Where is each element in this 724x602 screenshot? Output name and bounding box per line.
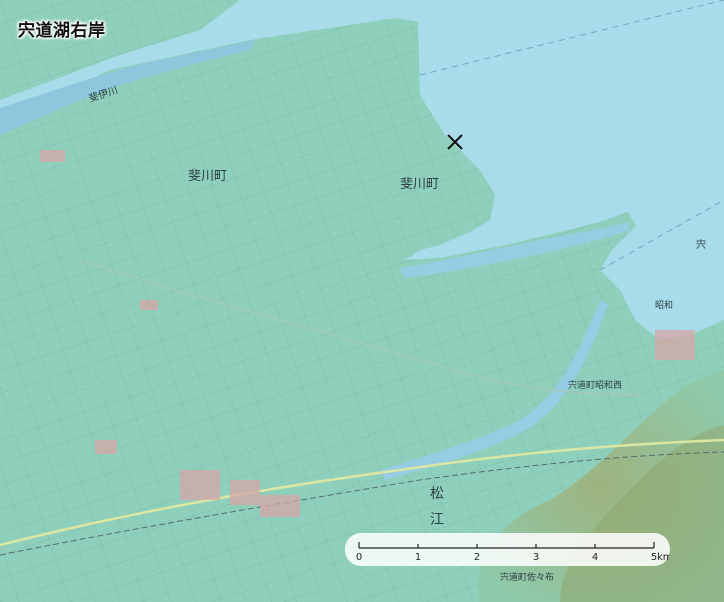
- label-matsue-2: 江: [430, 512, 444, 528]
- label-shinji-town: 宍道町昭和西: [568, 379, 622, 391]
- map-title: 宍道湖右岸: [18, 21, 106, 41]
- label-shinji-town-2: 宍道町佐々布: [500, 571, 554, 583]
- scale-tick-label: 3: [533, 552, 539, 563]
- scale-bar: 0 1 2 3 4 5 km: [345, 533, 670, 566]
- label-showa: 昭和: [655, 300, 673, 311]
- scale-tick-label: 1: [415, 552, 421, 563]
- scale-tick-label: 2: [474, 552, 480, 563]
- label-matsue: 松: [430, 486, 444, 502]
- label-hikawa-east: 斐川町: [400, 177, 439, 192]
- scale-tick-label: 4: [592, 552, 598, 563]
- map-canvas: 斐伊川 斐川町 斐川町 宍 昭和 宍道町昭和西 松 江 宍道町佐々布: [0, 0, 724, 602]
- label-shinji: 宍: [696, 238, 706, 251]
- scale-tick-label: 0: [356, 552, 362, 563]
- scale-unit-label: km: [657, 552, 670, 563]
- label-hikawa-west: 斐川町: [188, 169, 227, 184]
